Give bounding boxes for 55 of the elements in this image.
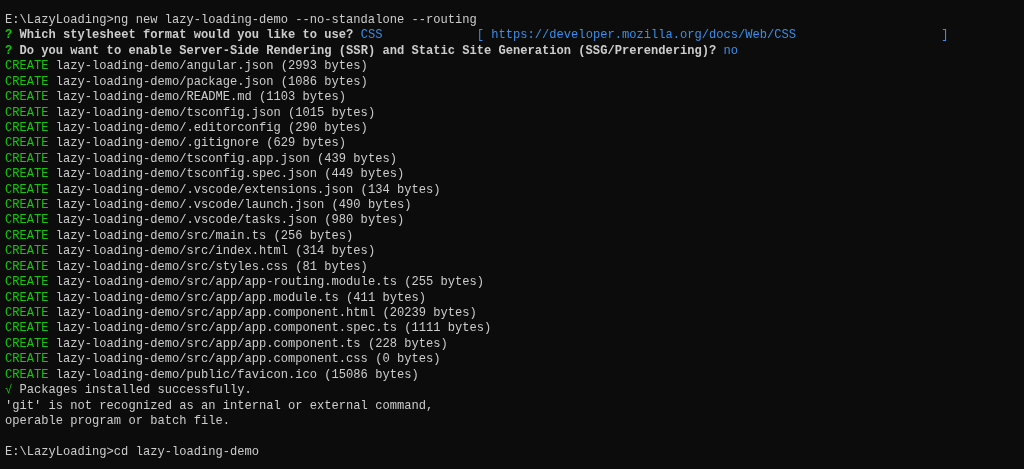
create-label: CREATE <box>5 213 49 228</box>
create-label: CREATE <box>5 167 49 182</box>
question-text: Do you want to enable Server-Side Rendering (SSR) and Static Site Generation (SSG/Prerendering)? <box>19 43 717 58</box>
create-label: CREATE <box>5 367 49 382</box>
file-entry: lazy-loading-demo/README.md (1103 bytes) <box>55 90 347 105</box>
file-entry: lazy-loading-demo/src/app/app.component.ts (228 bytes) <box>55 336 448 351</box>
file-entry: lazy-loading-demo/angular.json (2993 bytes) <box>55 59 368 74</box>
create-label: CREATE <box>5 336 49 351</box>
create-label: CREATE <box>5 151 49 166</box>
file-entry: lazy-loading-demo/package.json (1086 bytes) <box>55 74 368 89</box>
file-entry: lazy-loading-demo/.editorconfig (290 bytes) <box>55 120 368 135</box>
create-label: CREATE <box>5 59 49 74</box>
create-label: CREATE <box>5 120 49 135</box>
create-label: CREATE <box>5 306 49 320</box>
hint-link[interactable]: [ https://developer.mozilla.org/docs/Web/CSS ] <box>476 28 949 43</box>
output-text: 'git' is not recognized as an internal or external command, <box>5 398 434 413</box>
create-label: CREATE <box>5 136 49 151</box>
file-entry: lazy-loading-demo/tsconfig.json (1015 bytes) <box>55 105 376 120</box>
command-prompt: E:\LazyLoading>cd lazy-loading-demo <box>5 444 259 459</box>
file-entry: lazy-loading-demo/src/app/app.component.html (20239 bytes) <box>55 306 477 320</box>
create-label: CREATE <box>5 228 49 243</box>
create-label: CREATE <box>5 275 49 290</box>
create-label: CREATE <box>5 90 49 105</box>
file-entry: lazy-loading-demo/.gitignore (629 bytes) <box>55 136 347 151</box>
output-text: operable program or batch file. <box>5 413 230 428</box>
answer-text: no <box>723 43 739 58</box>
command-prompt: E:\LazyLoading>ng new lazy-loading-demo --no-standalone --routing <box>5 13 477 27</box>
success-message: Packages installed successfully. <box>19 383 252 398</box>
file-entry: lazy-loading-demo/src/styles.css (81 bytes) <box>55 259 368 274</box>
question-marker: ? <box>5 43 13 58</box>
create-label: CREATE <box>5 290 49 305</box>
file-entry: lazy-loading-demo/.vscode/launch.json (490 bytes) <box>55 198 412 213</box>
create-label: CREATE <box>5 105 49 120</box>
file-entry: lazy-loading-demo/tsconfig.app.json (439 bytes) <box>55 151 397 166</box>
create-label: CREATE <box>5 244 49 259</box>
file-entry: lazy-loading-demo/src/main.ts (256 bytes) <box>55 228 354 243</box>
file-entry: lazy-loading-demo/tsconfig.spec.json (449 bytes) <box>55 167 405 182</box>
file-entry: lazy-loading-demo/src/index.html (314 bytes) <box>55 244 376 259</box>
file-entry: lazy-loading-demo/src/app/app.component.spec.ts (1111 bytes) <box>55 321 492 336</box>
file-entry: lazy-loading-demo/.vscode/tasks.json (980 bytes) <box>55 213 405 228</box>
file-entry: lazy-loading-demo/src/app/app.component.css (0 bytes) <box>55 352 441 367</box>
create-label: CREATE <box>5 259 49 274</box>
file-entry: lazy-loading-demo/src/app/app-routing.module.ts (255 bytes) <box>55 275 484 290</box>
question-text: Which stylesheet format would you like to use? <box>19 28 354 43</box>
file-entry: lazy-loading-demo/src/app/app.module.ts (411 bytes) <box>55 290 426 305</box>
answer-text: CSS <box>360 28 383 43</box>
file-entry: lazy-loading-demo/.vscode/extensions.json (134 bytes) <box>55 182 441 197</box>
check-icon: √ <box>5 383 13 398</box>
create-label: CREATE <box>5 321 49 336</box>
create-label: CREATE <box>5 352 49 367</box>
file-entry: lazy-loading-demo/public/favicon.ico (15086 bytes) <box>55 367 419 382</box>
create-label: CREATE <box>5 198 49 213</box>
create-label: CREATE <box>5 74 49 89</box>
create-label: CREATE <box>5 182 49 197</box>
question-marker: ? <box>5 28 13 43</box>
